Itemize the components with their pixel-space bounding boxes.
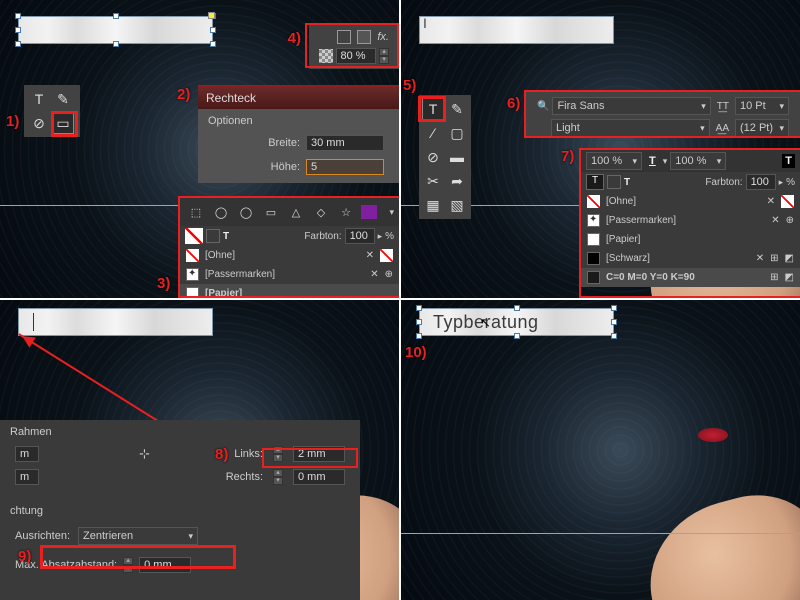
marker-4: 4) xyxy=(288,30,301,47)
marker-5: 5) xyxy=(403,77,416,94)
inset-bl[interactable]: m xyxy=(15,469,39,485)
selected-rectangle[interactable] xyxy=(18,16,213,44)
links-label: Links: xyxy=(234,448,263,460)
ausrichten-label: Ausrichten: xyxy=(15,530,70,542)
redbox-8 xyxy=(262,448,358,468)
paint-icon[interactable]: ▧ xyxy=(446,194,468,216)
redbox-4 xyxy=(305,23,399,68)
rahmen-label: Rahmen xyxy=(10,426,350,438)
redbox-6 xyxy=(524,90,800,138)
text-frame[interactable]: I xyxy=(419,16,614,44)
eyedrop-icon[interactable]: ⁄ xyxy=(422,122,444,144)
text-frame-q4[interactable]: Typberatung ↖ xyxy=(419,308,614,336)
rect-tool-icon[interactable]: ▢ xyxy=(446,122,468,144)
pencil-tool-icon[interactable]: ✎ xyxy=(52,88,74,110)
redbox-1 xyxy=(51,111,78,137)
rechts-field[interactable]: 0 mm xyxy=(293,469,345,485)
inset-tl[interactable]: m xyxy=(15,446,39,462)
rechts-label: Rechts: xyxy=(226,471,263,483)
marker-6: 6) xyxy=(507,95,520,112)
marker-3: 3) xyxy=(157,275,170,292)
scissors-icon[interactable]: ✂ xyxy=(422,170,444,192)
marker-2: 2) xyxy=(177,86,190,103)
pencil-tool-icon[interactable]: ✎ xyxy=(446,98,468,120)
text-frame-options: Rahmen m ⊹ Links: ▴▾ 2 mm m Rechts: ▴▾ 0… xyxy=(0,420,360,600)
marker-9: 9) xyxy=(18,548,31,565)
breite-label: Breite: xyxy=(268,137,300,149)
none-tool-icon[interactable]: ⊘ xyxy=(28,112,50,134)
marker-1: 1) xyxy=(6,113,19,130)
chain-icon[interactable]: ➦ xyxy=(446,170,468,192)
text-frame-q3[interactable] xyxy=(18,308,213,336)
redbox-5 xyxy=(418,96,446,122)
redbox-7 xyxy=(579,148,800,298)
rechteck-dialog: Rechteck Optionen Breite: 30 mm Höhe: 5 xyxy=(198,85,399,183)
fill-tool-icon[interactable]: ▬ xyxy=(446,146,468,168)
hoehe-label: Höhe: xyxy=(271,161,300,173)
optionen-label: Optionen xyxy=(208,115,389,127)
redbox-3 xyxy=(178,196,399,298)
marker-10: 10) xyxy=(405,344,427,361)
chtung-label: chtung xyxy=(10,505,350,517)
none-tool-icon[interactable]: ⊘ xyxy=(422,146,444,168)
redbox-9 xyxy=(40,545,236,569)
type-tool-icon[interactable]: T xyxy=(28,88,50,110)
hoehe-field[interactable]: 5 xyxy=(306,159,384,175)
ausrichten-dropdown[interactable]: Zentrieren xyxy=(78,527,198,545)
grad-icon[interactable]: ▦ xyxy=(422,194,444,216)
dialog-title: Rechteck xyxy=(198,87,399,109)
marker-7: 7) xyxy=(561,148,574,165)
marker-8: 8) xyxy=(215,446,228,463)
breite-field[interactable]: 30 mm xyxy=(306,135,384,151)
